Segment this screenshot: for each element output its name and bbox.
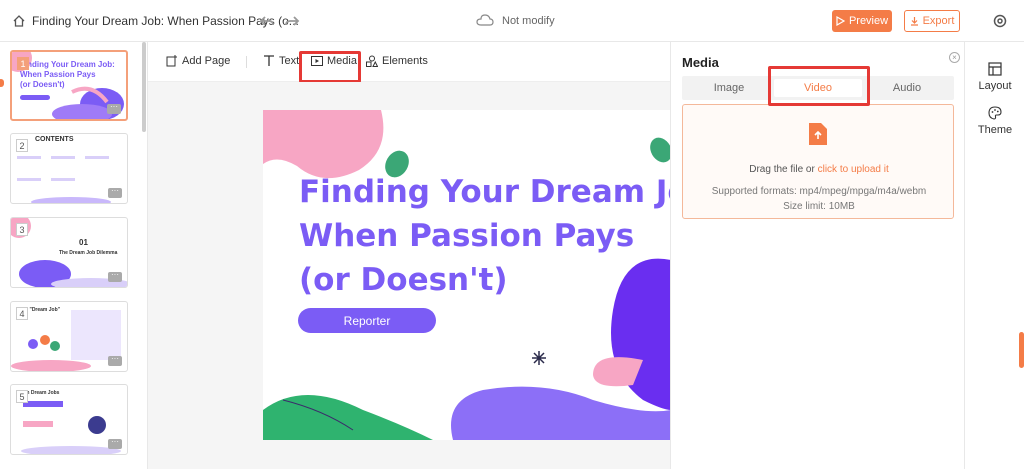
export-label: Export	[922, 15, 955, 27]
preview-label: Preview	[848, 15, 889, 27]
home-icon[interactable]	[12, 14, 26, 28]
drag-text: Drag the file or	[749, 164, 818, 175]
upload-file-icon	[809, 123, 827, 145]
size-limit: Size limit: 10MB	[783, 201, 855, 212]
theme-label: Theme	[977, 124, 1013, 136]
slide-1-title-line: Finding Your Dream Job:	[20, 60, 115, 69]
slide-number: 1	[17, 57, 29, 70]
sparkle-icon	[532, 351, 546, 365]
export-button[interactable]: Export	[904, 10, 960, 32]
slide-number: 4	[16, 307, 28, 320]
upload-instruction: Drag the file or click to upload it	[683, 164, 955, 175]
elements-tool-button[interactable]: Elements	[366, 55, 428, 67]
upload-dropzone[interactable]: Drag the file or click to upload it Supp…	[682, 104, 954, 219]
media-panel-title: Media	[682, 55, 719, 70]
layout-icon	[988, 62, 1002, 76]
slide-canvas[interactable]: Finding Your Dream Job When Passion Pays…	[263, 110, 671, 440]
toolbar-divider	[246, 56, 247, 68]
elements-tool-label: Elements	[382, 55, 428, 67]
cloud-icon	[476, 14, 494, 26]
supported-formats: Supported formats: mp4/mpeg/mpga/m4a/web…	[711, 186, 927, 197]
slide-title-line: (or Doesn't)	[299, 262, 508, 298]
settings-icon[interactable]	[992, 13, 1008, 29]
elements-icon	[366, 55, 378, 67]
slide-more-button[interactable]: ···	[108, 271, 122, 282]
media-tool-highlight	[299, 51, 361, 83]
slide-thumbnail-3[interactable]: 01 The Dream Job Dilemma 3 ···	[10, 217, 128, 288]
tab-audio[interactable]: Audio	[863, 79, 951, 97]
layout-button[interactable]: Layout	[965, 62, 1024, 92]
slide-more-button[interactable]: ···	[107, 103, 121, 114]
slide-number: 3	[16, 223, 28, 236]
slide-thumbnail-5[interactable]: m Dream Jobs 5 ···	[10, 384, 128, 455]
theme-button[interactable]: Theme	[965, 106, 1024, 136]
top-bar: Finding Your Dream Job: When Passion Pay…	[0, 0, 1024, 42]
slide-1-button	[20, 95, 50, 100]
editor-toolbar: Add Page Text Media Elements	[148, 42, 670, 82]
redo-icon[interactable]	[284, 13, 300, 29]
play-icon	[836, 16, 845, 26]
slide-number: 2	[16, 139, 28, 152]
slides-panel: Finding Your Dream Job: When Passion Pay…	[0, 42, 148, 469]
add-page-icon	[166, 55, 177, 67]
reporter-button[interactable]: Reporter	[298, 308, 436, 333]
media-panel: Media × Image Video Audio Drag the file …	[670, 42, 964, 469]
slide-thumbnail-4[interactable]: g "Dream Job" 4 ···	[10, 301, 128, 372]
text-tool-label: Text	[279, 55, 300, 67]
palette-icon	[988, 106, 1002, 120]
slide-more-button[interactable]: ···	[108, 187, 122, 198]
text-icon	[264, 55, 274, 66]
slide-1-title: Finding Your Dream Job: When Passion Pay…	[20, 60, 115, 90]
slide-more-button[interactable]: ···	[108, 438, 122, 449]
add-page-button[interactable]: Add Page	[166, 55, 230, 67]
add-page-label: Add Page	[182, 55, 231, 67]
slide-more-button[interactable]: ···	[108, 355, 122, 366]
slides-scrollbar[interactable]	[142, 42, 146, 132]
right-rail: Layout Theme	[964, 42, 1024, 469]
undo-icon[interactable]	[259, 13, 275, 29]
preview-button[interactable]: Preview	[832, 10, 892, 32]
save-status: Not modify	[502, 15, 555, 27]
page-scrollbar[interactable]	[1019, 332, 1024, 368]
tab-image[interactable]: Image	[685, 79, 773, 97]
slide-title-line: Finding Your Dream Job	[299, 174, 671, 210]
slide-number: 5	[16, 390, 28, 403]
video-tab-highlight	[768, 66, 870, 106]
slide-thumbnail-1[interactable]: Finding Your Dream Job: When Passion Pay…	[10, 50, 128, 121]
slide-1-title-line: (or Doesn't)	[20, 80, 65, 89]
slide-title-line: When Passion Pays	[299, 218, 635, 254]
download-icon	[910, 17, 918, 26]
slide-1-title-line: When Passion Pays	[20, 70, 96, 79]
close-icon[interactable]: ×	[949, 52, 960, 63]
slide-thumbnail-2[interactable]: CONTENTS 2 ···	[10, 133, 128, 204]
upload-link[interactable]: click to upload it	[818, 164, 889, 175]
panel-indicator	[0, 79, 4, 87]
slide-3-subheading: The Dream Job Dilemma	[59, 250, 118, 256]
slide-title[interactable]: Finding Your Dream Job When Passion Pays…	[299, 170, 671, 302]
layout-label: Layout	[978, 80, 1012, 92]
text-tool-button[interactable]: Text	[263, 55, 299, 67]
slide-3-number-heading: 01	[79, 238, 88, 247]
